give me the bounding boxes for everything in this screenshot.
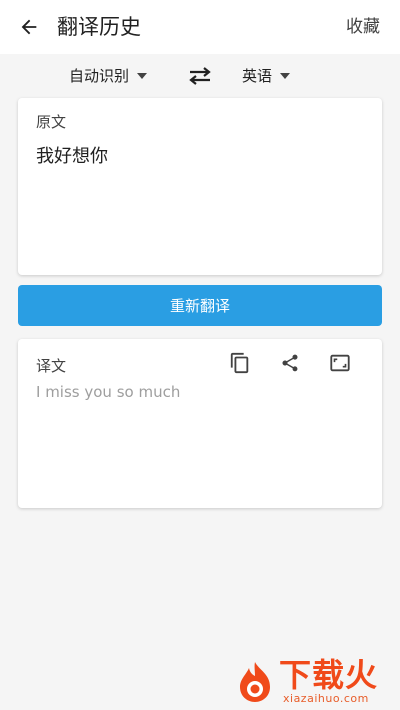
arrow-left-icon [21,19,37,35]
swap-icon [189,67,211,85]
favorites-button[interactable]: 收藏 [346,14,380,40]
fullscreen-icon [330,354,350,372]
watermark: 下载火 xiazaihuo.com [237,656,397,708]
language-selector-bar: 自动识别 英语 [0,54,400,98]
share-icon [282,354,298,372]
copy-button[interactable] [228,351,252,375]
target-language-dropdown[interactable]: 英语 [242,65,291,86]
back-button[interactable] [14,12,44,42]
translation-card: 译文 I miss you so much [18,339,382,508]
caret-down-icon [280,72,291,79]
fullscreen-button[interactable] [328,351,352,375]
source-text[interactable]: 我好想你 [36,142,108,168]
source-label: 原文 [36,113,67,131]
copy-icon [230,352,249,374]
translation-label: 译文 [36,357,67,375]
source-language-label: 自动识别 [69,67,130,85]
app-bar: 翻译历史 收藏 [0,0,400,54]
source-language-dropdown[interactable]: 自动识别 [69,65,148,86]
source-text-card: 原文 我好想你 [18,98,382,275]
retranslate-button[interactable]: 重新翻译 [18,285,382,326]
share-button[interactable] [278,351,302,375]
swap-languages-button[interactable] [186,64,214,88]
target-language-label: 英语 [242,67,273,85]
watermark-brand: 下载火 [279,656,379,694]
watermark-url: xiazaihuo.com [283,692,369,705]
page-title: 翻译历史 [57,15,141,39]
caret-down-icon [137,72,148,79]
translation-text[interactable]: I miss you so much [36,383,180,401]
flame-logo-icon [240,662,270,702]
